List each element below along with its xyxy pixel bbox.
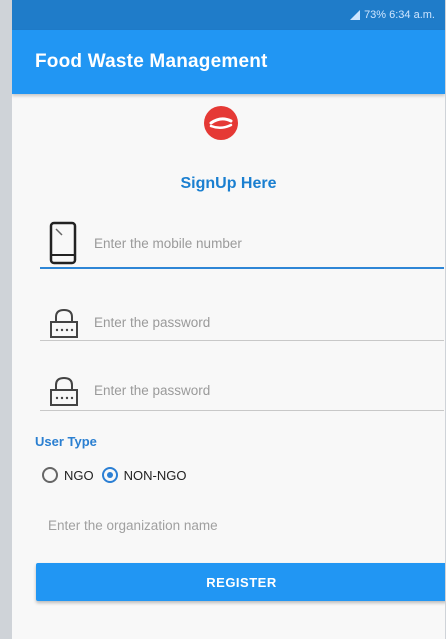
radio-ngo-label: NGO [64,467,94,483]
mobile-input[interactable]: Enter the mobile number [94,236,242,251]
phone-screen: 73% 6:34 a.m. Food Waste Management Sign… [12,0,445,639]
password-underline [40,340,444,341]
organization-input[interactable]: Enter the organization name [48,518,218,533]
phone-icon [49,221,77,270]
user-type-radio-group: NGO NON-NGO [42,467,194,483]
status-bar: 73% 6:34 a.m. [12,0,445,30]
radio-ngo[interactable] [42,467,58,483]
radio-non-ngo-label: NON-NGO [123,467,187,483]
register-button[interactable]: REGISTER [36,563,445,601]
mobile-underline [40,267,444,269]
lock-icon [48,375,80,412]
lock-icon [48,307,80,344]
food-logo-icon [204,106,238,140]
radio-non-ngo[interactable] [101,467,118,483]
confirm-password-underline [40,410,444,411]
password-input[interactable]: Enter the password [94,315,210,330]
status-text: 73% 6:34 a.m. [364,9,435,21]
app-logo [202,104,240,142]
app-bar: Food Waste Management [12,30,445,94]
user-type-label: User Type [35,434,97,449]
app-title: Food Waste Management [35,51,268,72]
signup-heading: SignUp Here [180,175,277,192]
confirm-password-input[interactable]: Enter the password [94,383,210,398]
signal-icon [350,10,361,20]
